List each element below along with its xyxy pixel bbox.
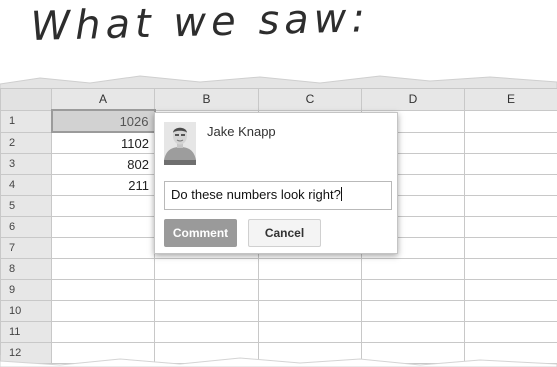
avatar-underline [164,160,196,165]
column-header-e[interactable]: E [464,88,557,111]
table-row: 9 [0,279,557,301]
cell-a6[interactable] [51,216,155,238]
comment-popup: Jake Knapp Do these numbers look right? … [154,112,398,254]
cell-a7[interactable] [51,237,155,259]
cell[interactable] [361,321,465,343]
cell[interactable] [361,300,465,322]
row-header[interactable]: 4 [0,174,52,196]
row-header[interactable]: 8 [0,258,52,280]
comment-button[interactable]: Comment [164,219,237,247]
handwritten-heading: What we saw: [30,0,371,50]
row-header[interactable]: 9 [0,279,52,301]
cell-a4[interactable]: 211 [51,174,155,196]
cell-a11[interactable] [51,321,155,343]
cell[interactable] [464,321,557,343]
cell[interactable] [154,321,259,343]
cell[interactable] [258,300,362,322]
cell[interactable] [464,279,557,301]
cell-a3[interactable]: 802 [51,153,155,175]
table-row: 10 [0,300,557,322]
text-caret [340,187,342,201]
row-header[interactable]: 6 [0,216,52,238]
cell[interactable] [464,195,557,217]
row-header[interactable]: 7 [0,237,52,259]
cell[interactable] [464,258,557,280]
cell[interactable] [154,279,259,301]
cell-a2[interactable]: 1102 [51,131,155,154]
torn-paper-edge-bottom [0,355,557,367]
cell[interactable] [464,131,557,154]
cell-a5[interactable] [51,195,155,217]
cell[interactable] [464,237,557,259]
column-header-b[interactable]: B [154,88,259,111]
row-header[interactable]: 2 [0,131,52,154]
person-photo-icon [164,122,196,160]
table-row: 8 [0,258,557,280]
cell[interactable] [464,174,557,196]
cell[interactable] [258,321,362,343]
page: What we saw: A B C D E 1 1026 2 1102 3 8… [0,0,557,367]
row-header[interactable]: 3 [0,153,52,175]
cell-a8[interactable] [51,258,155,280]
row-header[interactable]: 5 [0,195,52,217]
column-header-d[interactable]: D [361,88,465,111]
row-header[interactable]: 11 [0,321,52,343]
column-header-row: A B C D E [0,88,557,111]
column-header-c[interactable]: C [258,88,362,111]
cell[interactable] [154,300,259,322]
cell[interactable] [464,216,557,238]
select-all-corner[interactable] [0,88,52,111]
table-row: 11 [0,321,557,343]
comment-input-text: Do these numbers look right? [171,187,341,202]
cell[interactable] [361,258,465,280]
cell[interactable] [361,279,465,301]
cell[interactable] [258,258,362,280]
cell[interactable] [464,109,557,133]
cell-a1[interactable]: 1026 [50,109,156,133]
cell-a10[interactable] [51,300,155,322]
row-header[interactable]: 1 [0,109,52,133]
cell[interactable] [464,300,557,322]
cell[interactable] [154,258,259,280]
comment-author-name: Jake Knapp [207,124,276,139]
cell-a9[interactable] [51,279,155,301]
column-header-a[interactable]: A [51,88,155,111]
row-header[interactable]: 10 [0,300,52,322]
cell[interactable] [464,153,557,175]
cell[interactable] [258,279,362,301]
comment-input[interactable]: Do these numbers look right? [164,181,392,210]
cancel-button[interactable]: Cancel [248,219,321,247]
